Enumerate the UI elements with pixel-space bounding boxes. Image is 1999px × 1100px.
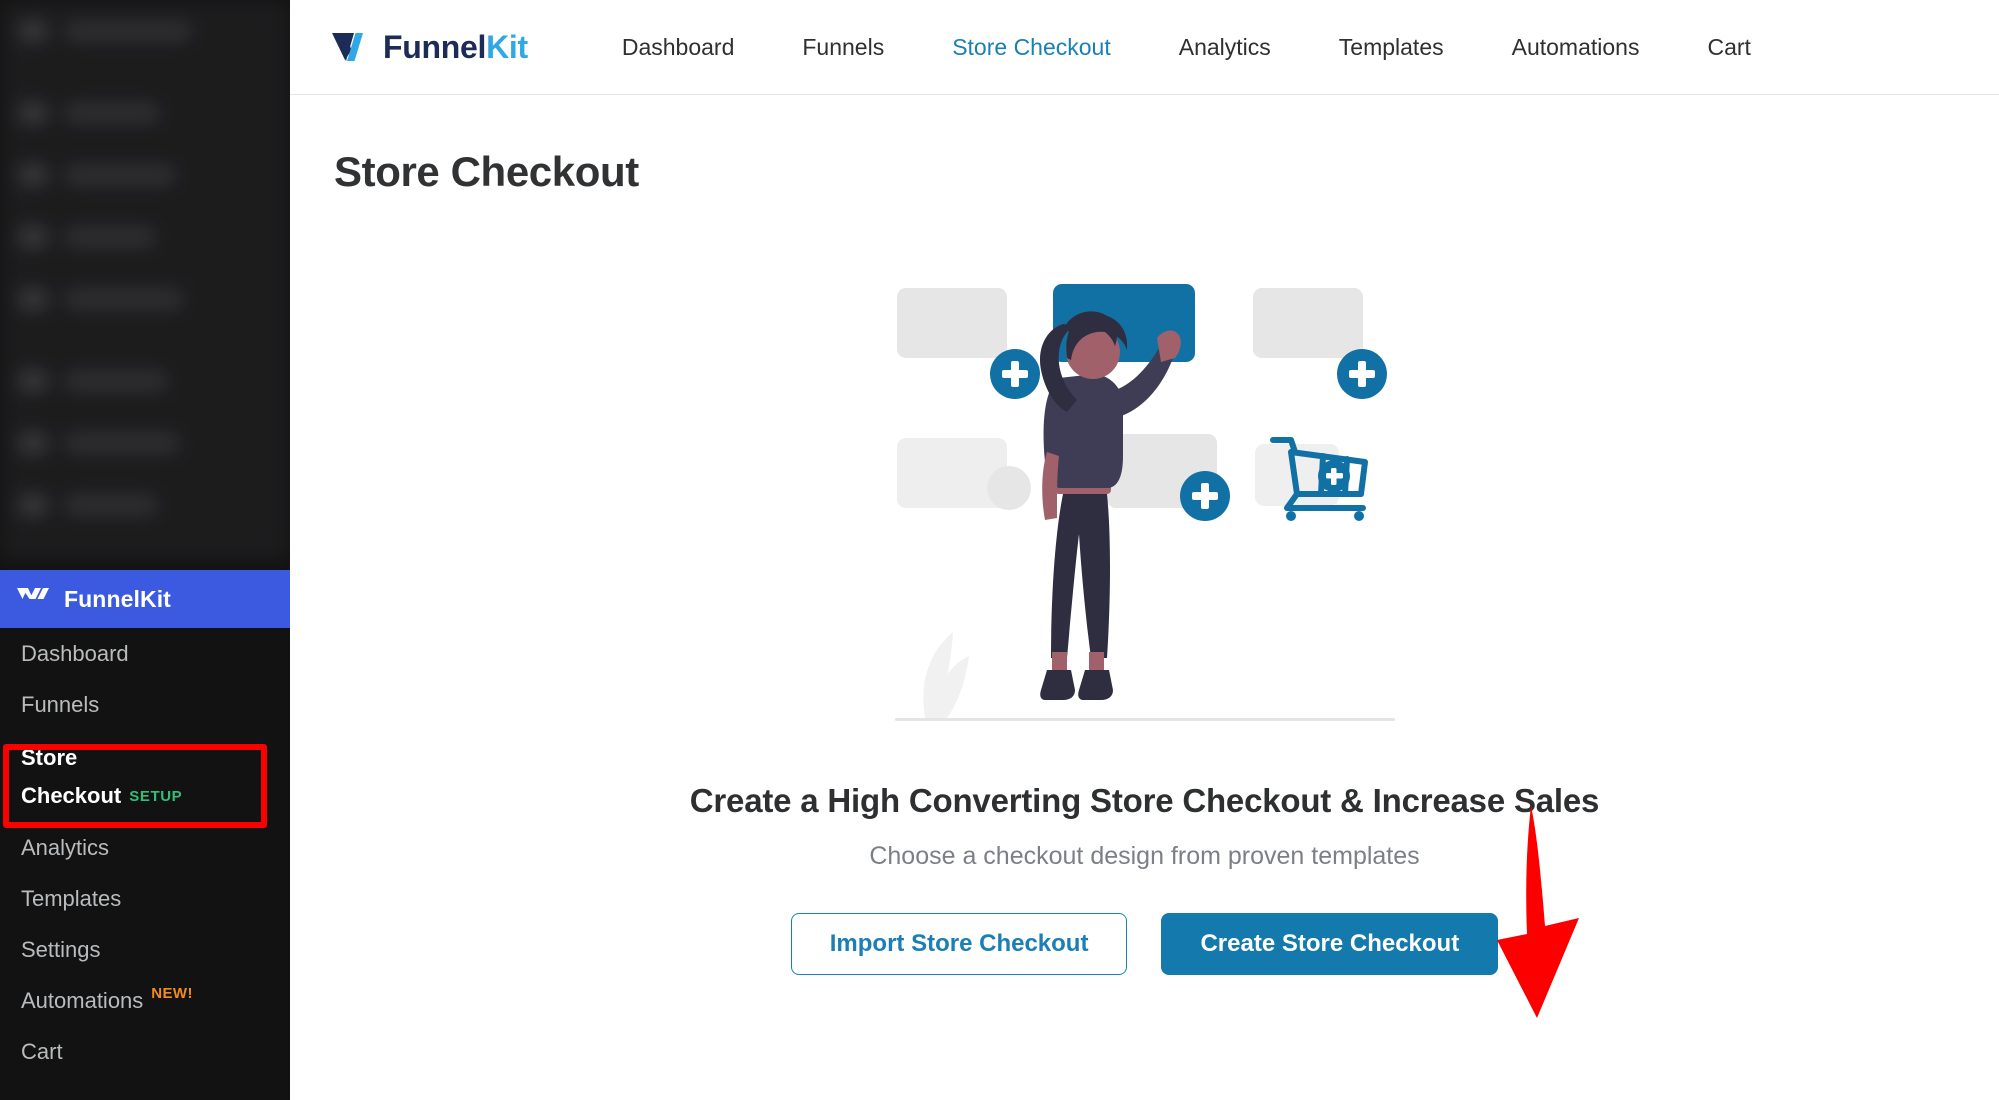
topnav-wordmark: FunnelKit — [383, 29, 528, 66]
obscured-menu-icon — [18, 20, 48, 42]
sidebar-item-label-line2: Checkout — [21, 783, 122, 808]
new-badge: NEW! — [151, 985, 193, 1002]
obscured-menu-row — [0, 350, 290, 412]
obscured-menu-row — [0, 268, 290, 330]
sidebar-item-label-line1: Store — [21, 745, 78, 770]
nav-link-templates[interactable]: Templates — [1305, 34, 1478, 61]
nav-link-automations[interactable]: Automations — [1478, 34, 1674, 61]
obscured-wordpress-admin-menu — [0, 0, 290, 560]
obscured-menu-row — [0, 0, 290, 62]
empty-state-hero: Create a High Converting Store Checkout … — [290, 266, 1999, 975]
cart-plus-badge — [1317, 460, 1350, 492]
obscured-menu-icon — [18, 494, 48, 516]
store-checkout-illustration — [894, 266, 1395, 746]
obscured-menu-label — [64, 165, 176, 185]
wordmark-funnel: Funnel — [383, 28, 487, 65]
obscured-menu-icon — [18, 288, 48, 310]
app-window: FunnelKit Dashboard Funnels Store Checko… — [0, 0, 1999, 1100]
topnav-logo[interactable]: FunnelKit — [330, 29, 528, 66]
obscured-menu-icon — [18, 164, 48, 186]
obscured-menu-row — [0, 144, 290, 206]
sidebar-item-automations[interactable]: Automations NEW! — [0, 975, 290, 1026]
placeholder-card-top-right — [1252, 288, 1363, 358]
obscured-menu-icon — [18, 370, 48, 392]
sidebar-item-store-checkout[interactable]: Store Checkout SETUP — [0, 730, 290, 822]
sidebar-item-label: Automations — [21, 987, 144, 1013]
obscured-menu-icon — [18, 102, 48, 124]
sidebar-item-analytics[interactable]: Analytics — [0, 822, 290, 873]
nav-link-funnels[interactable]: Funnels — [768, 34, 918, 61]
hero-subtitle: Choose a checkout design from proven tem… — [869, 842, 1420, 870]
sidebar-brand-label: FunnelKit — [64, 585, 171, 612]
page-title: Store Checkout — [334, 148, 639, 195]
sidebar-brand-funnelkit[interactable]: FunnelKit — [0, 570, 290, 628]
obscured-menu-label — [64, 21, 192, 41]
import-store-checkout-button[interactable]: Import Store Checkout — [790, 913, 1128, 975]
topnav-links: Dashboard Funnels Store Checkout Analyti… — [588, 34, 1785, 61]
sidebar-item-label: Cart — [21, 1038, 63, 1064]
main-content: Store Checkout Create a High Converting … — [290, 96, 1999, 1100]
sidebar-item-settings[interactable]: Settings — [0, 924, 290, 975]
sidebar-item-label: Funnels — [21, 691, 100, 717]
ground-line — [894, 718, 1395, 721]
sidebar-item-cart[interactable]: Cart — [0, 1026, 290, 1077]
obscured-menu-label — [64, 433, 180, 453]
sidebar-item-templates[interactable]: Templates — [0, 873, 290, 924]
sidebar-item-dashboard[interactable]: Dashboard — [0, 628, 290, 679]
sidebar-item-label: Dashboard — [21, 640, 129, 666]
obscured-menu-icon — [18, 226, 48, 248]
obscured-menu-label — [64, 103, 160, 123]
funnelkit-mark-icon — [330, 30, 374, 64]
add-plus-badge — [989, 349, 1040, 399]
obscured-menu-row — [0, 412, 290, 474]
placeholder-card-top-left — [896, 288, 1007, 358]
funnelkit-logo-icon — [16, 586, 50, 612]
obscured-menu-label — [64, 289, 184, 309]
obscured-menu-row — [0, 474, 290, 536]
obscured-menu-row — [0, 82, 290, 144]
sidebar-item-label: Templates — [21, 885, 122, 911]
nav-link-cart[interactable]: Cart — [1673, 34, 1784, 61]
nav-link-analytics[interactable]: Analytics — [1145, 34, 1305, 61]
decorative-dot — [986, 466, 1031, 510]
obscured-menu-label — [64, 371, 168, 391]
obscured-menu-label — [64, 227, 156, 247]
nav-link-store-checkout[interactable]: Store Checkout — [918, 34, 1145, 61]
wordmark-kit: Kit — [486, 28, 528, 65]
sidebar-item-label: Analytics — [21, 834, 110, 860]
nav-link-dashboard[interactable]: Dashboard — [588, 34, 769, 61]
funnelkit-top-navbar: FunnelKit Dashboard Funnels Store Checko… — [290, 0, 1999, 95]
setup-badge: SETUP — [129, 788, 183, 805]
sidebar-item-funnels[interactable]: Funnels — [0, 679, 290, 730]
obscured-menu-icon — [18, 432, 48, 454]
plant-leaf — [922, 632, 969, 718]
obscured-menu-label — [64, 495, 158, 515]
add-plus-badge — [1336, 349, 1387, 399]
funnelkit-submenu: Dashboard Funnels Store Checkout SETUP An… — [0, 628, 290, 1077]
sidebar-item-label: Settings — [21, 936, 101, 962]
hero-title: Create a High Converting Store Checkout … — [689, 782, 1600, 819]
wp-admin-sidebar: FunnelKit Dashboard Funnels Store Checko… — [0, 0, 290, 1100]
create-store-checkout-button[interactable]: Create Store Checkout — [1161, 913, 1499, 975]
hero-action-buttons: Import Store Checkout Create Store Check… — [290, 913, 1999, 975]
add-plus-badge — [1179, 471, 1230, 521]
obscured-menu-row — [0, 206, 290, 268]
